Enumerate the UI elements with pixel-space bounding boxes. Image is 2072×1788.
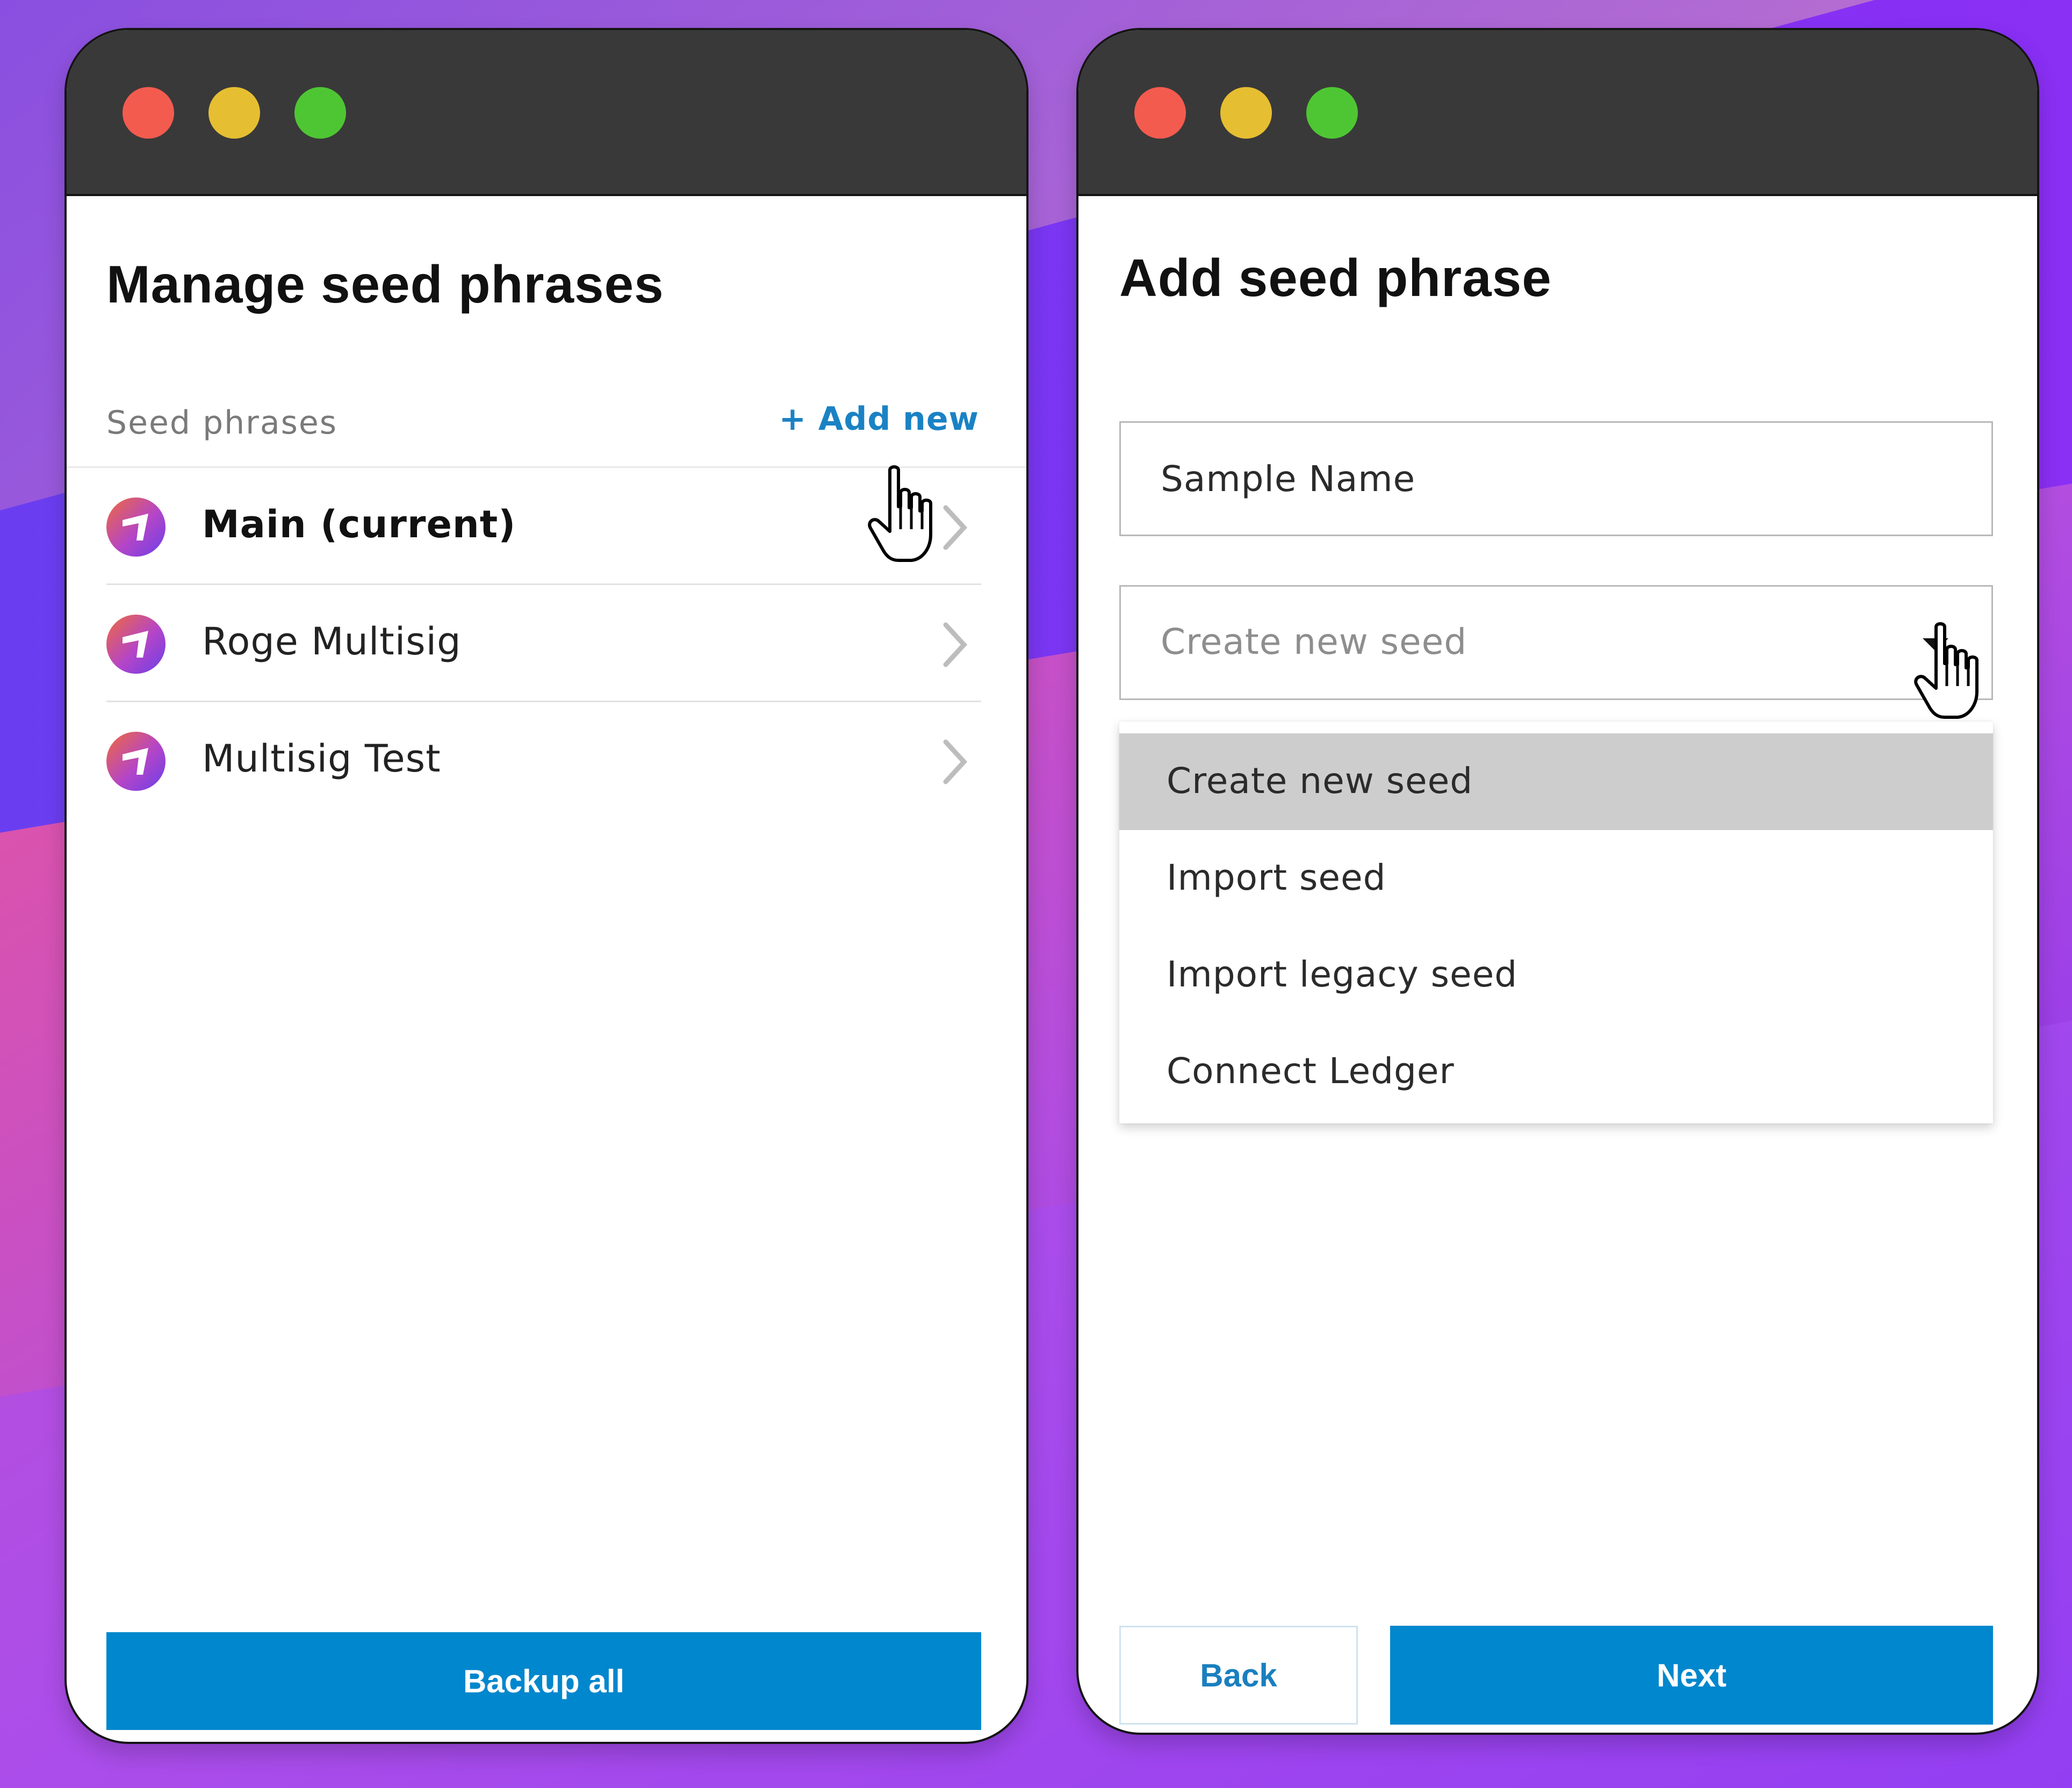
page-title: Manage seed phrases bbox=[106, 255, 664, 314]
minimize-window-button[interactable] bbox=[208, 87, 260, 139]
seed-item-label: Main (current) bbox=[202, 502, 516, 546]
manage-seed-phrases-window: Manage seed phrases Seed phrases + Add n… bbox=[64, 28, 1028, 1744]
chevron-right-icon bbox=[943, 739, 968, 784]
dropdown-option-label: Import seed bbox=[1167, 857, 1386, 898]
chevron-right-icon bbox=[943, 622, 968, 667]
seed-list-item[interactable]: Main (current) bbox=[106, 468, 981, 585]
backup-all-button[interactable]: Backup all bbox=[106, 1632, 981, 1730]
seed-list-item[interactable]: Roge Multisig bbox=[106, 585, 981, 702]
back-button[interactable]: Back bbox=[1119, 1626, 1358, 1725]
add-new-link[interactable]: + Add new bbox=[779, 400, 979, 438]
seed-logo-icon bbox=[106, 498, 166, 557]
seed-type-select[interactable]: Create new seed bbox=[1119, 585, 1993, 700]
seed-logo-icon bbox=[106, 732, 166, 791]
dropdown-option[interactable]: Create new seed bbox=[1119, 733, 1993, 830]
minimize-window-button[interactable] bbox=[1220, 87, 1272, 139]
seed-type-dropdown-menu: Create new seed Import seed Import legac… bbox=[1119, 722, 1993, 1123]
dropdown-option[interactable]: Import seed bbox=[1119, 830, 1993, 927]
window-titlebar bbox=[67, 30, 1026, 196]
seed-logo-icon bbox=[106, 615, 166, 674]
dropdown-option[interactable]: Import legacy seed bbox=[1119, 927, 1993, 1023]
page-title: Add seed phrase bbox=[1119, 248, 1552, 307]
next-button[interactable]: Next bbox=[1390, 1626, 1993, 1725]
seed-type-select-value: Create new seed bbox=[1161, 621, 1467, 662]
window-content: Add seed phrase Create new seed Create n… bbox=[1078, 196, 2037, 1733]
dropdown-option-label: Connect Ledger bbox=[1167, 1050, 1455, 1092]
seed-item-label: Multisig Test bbox=[202, 737, 441, 781]
seed-name-field bbox=[1119, 421, 1993, 536]
seed-name-input[interactable] bbox=[1121, 423, 1991, 535]
add-seed-phrase-window: Add seed phrase Create new seed Create n… bbox=[1076, 28, 2039, 1735]
hand-pointer-cursor-icon bbox=[1914, 622, 1979, 719]
maximize-window-button[interactable] bbox=[294, 87, 346, 139]
window-titlebar bbox=[1078, 30, 2037, 196]
seed-list-item[interactable]: Multisig Test bbox=[106, 702, 981, 819]
close-window-button[interactable] bbox=[1134, 87, 1186, 139]
dropdown-option[interactable]: Connect Ledger bbox=[1119, 1023, 1993, 1120]
maximize-window-button[interactable] bbox=[1306, 87, 1358, 139]
window-content: Manage seed phrases Seed phrases + Add n… bbox=[67, 196, 1026, 1742]
hand-pointer-cursor-icon bbox=[868, 465, 932, 562]
seed-item-label: Roge Multisig bbox=[202, 619, 462, 664]
close-window-button[interactable] bbox=[123, 87, 174, 139]
seed-phrases-section-label: Seed phrases bbox=[106, 404, 338, 442]
dropdown-option-label: Import legacy seed bbox=[1167, 954, 1518, 995]
dropdown-option-label: Create new seed bbox=[1167, 760, 1473, 802]
